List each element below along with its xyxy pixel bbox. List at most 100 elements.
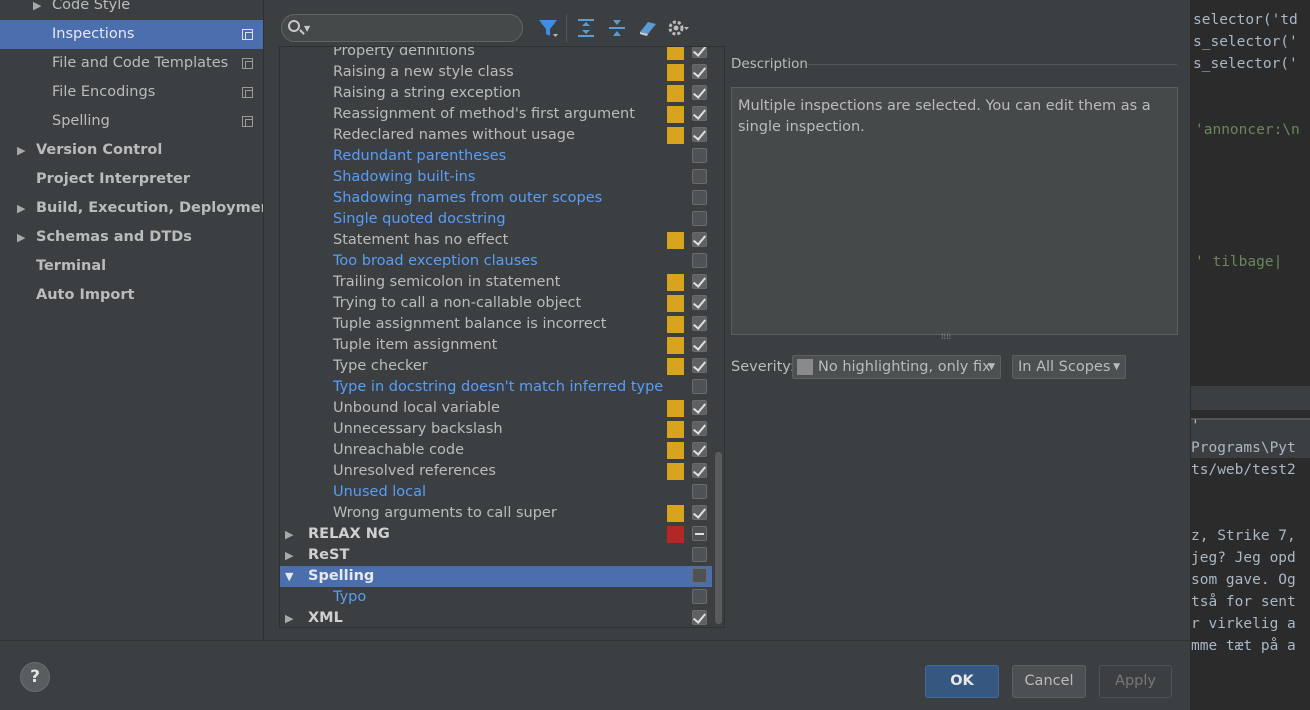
inspection-row-statement-has-no-effect[interactable]: Statement has no effect: [280, 230, 712, 251]
inspection-row-unbound-local-variable[interactable]: Unbound local variable: [280, 398, 712, 419]
enable-checkbox[interactable]: [692, 190, 707, 205]
enable-checkbox[interactable]: [692, 610, 707, 625]
enable-checkbox[interactable]: [692, 526, 707, 541]
enable-checkbox[interactable]: [692, 232, 707, 247]
inspection-name: Trailing semicolon in statement: [333, 274, 561, 290]
tree-item-schemas-and-dtds[interactable]: ▶ Schemas and DTDs: [0, 223, 263, 252]
inspection-row-type-in-docstring-doesn-t-match-inferred-type[interactable]: Type in docstring doesn't match inferred…: [280, 377, 712, 398]
enable-checkbox[interactable]: [692, 589, 707, 604]
inspection-row-too-broad-exception-clauses[interactable]: Too broad exception clauses: [280, 251, 712, 272]
inspection-group-xml[interactable]: ▶ XML: [280, 608, 712, 627]
tree-item-terminal[interactable]: Terminal: [0, 252, 263, 281]
filter-icon[interactable]: [536, 16, 560, 40]
enable-checkbox[interactable]: [692, 211, 707, 226]
expand-arrow-icon[interactable]: ▶: [285, 608, 293, 627]
inspection-row-property-definitions[interactable]: Property definitions: [280, 47, 712, 62]
splitter-handle[interactable]: ⁞⁞⁞⁞: [941, 333, 963, 341]
enable-checkbox[interactable]: [692, 64, 707, 79]
inspection-row-trailing-semicolon-in-statement[interactable]: Trailing semicolon in statement: [280, 272, 712, 293]
enable-checkbox[interactable]: [692, 148, 707, 163]
enable-checkbox[interactable]: [692, 106, 707, 121]
tree-item-spelling[interactable]: Spelling: [0, 107, 263, 136]
enable-checkbox[interactable]: [692, 316, 707, 331]
gear-icon[interactable]: [666, 16, 690, 40]
tree-item-build-execution-deployment[interactable]: ▶ Build, Execution, Deployment: [0, 194, 263, 223]
enable-checkbox[interactable]: [692, 421, 707, 436]
inspection-row-unused-local[interactable]: Unused local: [280, 482, 712, 503]
tree-item-label: Project Interpreter: [36, 171, 191, 187]
expand-arrow-icon[interactable]: ▶: [17, 136, 25, 165]
inspection-row-raising-a-string-exception[interactable]: Raising a string exception: [280, 83, 712, 104]
inspections-list[interactable]: Property definitions Raising a new style …: [279, 46, 725, 628]
expand-all-icon[interactable]: [574, 16, 598, 40]
inspection-row-tuple-item-assignment[interactable]: Tuple item assignment: [280, 335, 712, 356]
inspection-name: Shadowing names from outer scopes: [333, 190, 603, 206]
enable-checkbox[interactable]: [692, 295, 707, 310]
inspection-group-rest[interactable]: ▶ ReST: [280, 545, 712, 566]
enable-checkbox[interactable]: [692, 484, 707, 499]
enable-checkbox[interactable]: [692, 337, 707, 352]
expand-arrow-icon[interactable]: ▶: [17, 194, 25, 223]
cancel-button[interactable]: Cancel: [1012, 665, 1086, 698]
inspection-row-tuple-assignment-balance-is-incorrect[interactable]: Tuple assignment balance is incorrect: [280, 314, 712, 335]
inspection-row-redeclared-names-without-usage[interactable]: Redeclared names without usage: [280, 125, 712, 146]
enable-checkbox[interactable]: [692, 400, 707, 415]
enable-checkbox[interactable]: [692, 253, 707, 268]
scope-combo[interactable]: In All Scopes ▼: [1012, 355, 1126, 379]
enable-checkbox[interactable]: [692, 568, 707, 583]
reset-icon[interactable]: [636, 16, 660, 40]
enable-checkbox[interactable]: [692, 442, 707, 457]
enable-checkbox[interactable]: [692, 127, 707, 142]
enable-checkbox[interactable]: [692, 505, 707, 520]
inspection-row-shadowing-built-ins[interactable]: Shadowing built-ins: [280, 167, 712, 188]
tree-item-auto-import[interactable]: Auto Import: [0, 281, 263, 310]
help-button[interactable]: ?: [20, 662, 50, 692]
apply-button[interactable]: Apply: [1099, 665, 1172, 698]
tree-item-inspections[interactable]: Inspections: [0, 20, 263, 49]
tree-item-file-encodings[interactable]: File Encodings: [0, 78, 263, 107]
inspection-group-relax-ng[interactable]: ▶ RELAX NG: [280, 524, 712, 545]
enable-checkbox[interactable]: [692, 379, 707, 394]
inspection-name: Type checker: [333, 358, 428, 374]
enable-checkbox[interactable]: [692, 47, 707, 58]
inspection-group-spelling[interactable]: ▼ Spelling: [280, 566, 712, 587]
severity-color-swatch: [667, 505, 684, 522]
ok-button[interactable]: OK: [925, 665, 999, 698]
severity-color-swatch: [667, 400, 684, 417]
severity-combo[interactable]: No highlighting, only fix ▼: [792, 355, 1001, 379]
inspection-row-type-checker[interactable]: Type checker: [280, 356, 712, 377]
inspection-row-unnecessary-backslash[interactable]: Unnecessary backslash: [280, 419, 712, 440]
tree-item-code-style[interactable]: ▶ Code Style: [0, 0, 263, 20]
inspection-row-wrong-arguments-to-call-super[interactable]: Wrong arguments to call super: [280, 503, 712, 524]
search-icon[interactable]: [288, 20, 300, 32]
search-field[interactable]: ▼: [281, 14, 523, 42]
tree-item-project-interpreter[interactable]: Project Interpreter: [0, 165, 263, 194]
tree-item-file-and-code-templates[interactable]: File and Code Templates: [0, 49, 263, 78]
expand-arrow-icon[interactable]: ▶: [285, 545, 293, 566]
search-history-dropdown-icon[interactable]: ▼: [304, 24, 310, 33]
inspection-row-unresolved-references[interactable]: Unresolved references: [280, 461, 712, 482]
tree-item-version-control[interactable]: ▶ Version Control: [0, 136, 263, 165]
severity-color-swatch: [667, 127, 684, 144]
enable-checkbox[interactable]: [692, 169, 707, 184]
enable-checkbox[interactable]: [692, 274, 707, 289]
inspection-name: Shadowing built-ins: [333, 169, 476, 185]
inspection-row-redundant-parentheses[interactable]: Redundant parentheses: [280, 146, 712, 167]
enable-checkbox[interactable]: [692, 547, 707, 562]
inspection-row-raising-a-new-style-class[interactable]: Raising a new style class: [280, 62, 712, 83]
inspection-row-typo[interactable]: Typo: [280, 587, 712, 608]
list-scrollbar[interactable]: [715, 452, 722, 624]
enable-checkbox[interactable]: [692, 463, 707, 478]
expand-arrow-icon[interactable]: ▶: [17, 223, 25, 252]
collapse-arrow-icon[interactable]: ▼: [285, 566, 293, 587]
inspection-row-reassignment-of-method-s-first-argument[interactable]: Reassignment of method's first argument: [280, 104, 712, 125]
enable-checkbox[interactable]: [692, 358, 707, 373]
inspection-row-unreachable-code[interactable]: Unreachable code: [280, 440, 712, 461]
expand-arrow-icon[interactable]: ▶: [285, 524, 293, 545]
inspection-row-trying-to-call-a-non-callable-object[interactable]: Trying to call a non-callable object: [280, 293, 712, 314]
expand-arrow-icon[interactable]: ▶: [33, 0, 41, 20]
inspection-row-single-quoted-docstring[interactable]: Single quoted docstring: [280, 209, 712, 230]
enable-checkbox[interactable]: [692, 85, 707, 100]
collapse-all-icon[interactable]: [605, 16, 629, 40]
inspection-row-shadowing-names-from-outer-scopes[interactable]: Shadowing names from outer scopes: [280, 188, 712, 209]
